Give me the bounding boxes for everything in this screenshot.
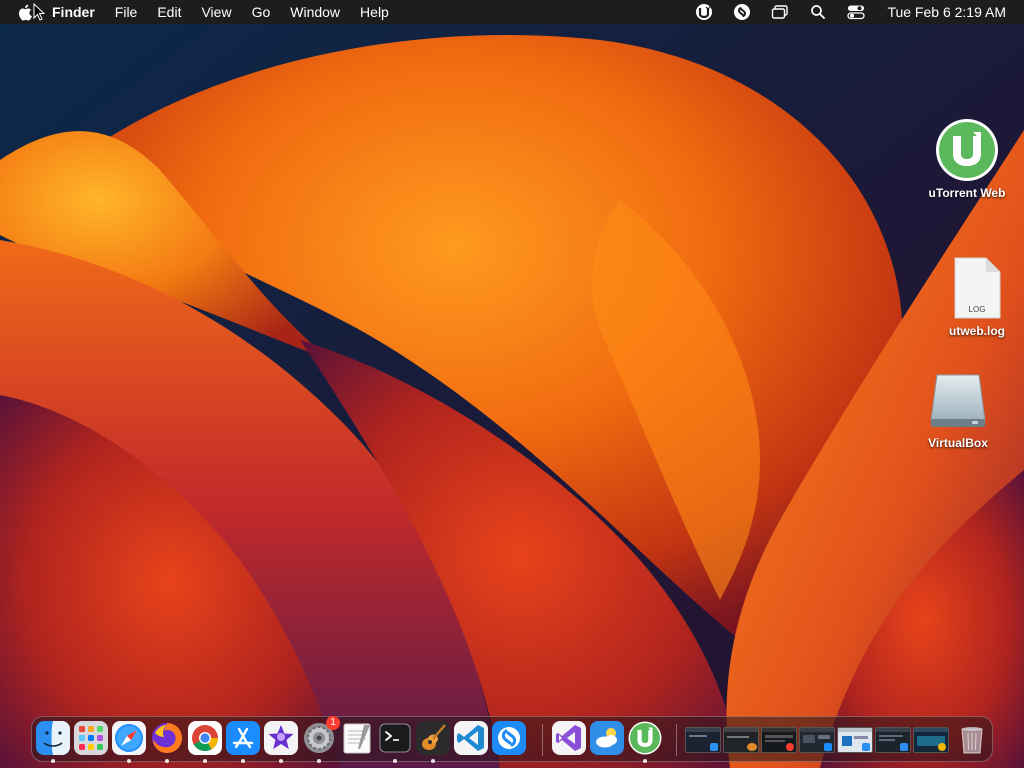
external-drive-icon xyxy=(926,368,990,432)
menu-view[interactable]: View xyxy=(191,0,241,24)
app-store-icon xyxy=(226,721,260,755)
running-indicator xyxy=(51,759,55,763)
dock-trash[interactable] xyxy=(955,721,989,755)
dock-weather[interactable] xyxy=(590,721,624,755)
control-center-icon[interactable] xyxy=(846,2,866,22)
dock-shazam[interactable] xyxy=(492,721,526,755)
desktop-icon-label: uTorrent Web xyxy=(928,186,1006,200)
garageband-icon xyxy=(416,721,450,755)
menu-edit[interactable]: Edit xyxy=(147,0,191,24)
dock-minimized-window[interactable] xyxy=(685,727,721,753)
shazam-icon xyxy=(492,721,526,755)
dock-imovie[interactable] xyxy=(264,721,298,763)
dock-separator xyxy=(676,724,677,756)
running-indicator xyxy=(393,759,397,763)
launchpad-icon xyxy=(74,721,108,755)
dock-chrome[interactable] xyxy=(188,721,222,763)
desktop-icon-utorrent-web[interactable]: uTorrent Web xyxy=(917,118,1017,200)
running-indicator xyxy=(431,759,435,763)
menu-file[interactable]: File xyxy=(105,0,148,24)
desktop-icon-label: VirtualBox xyxy=(928,436,988,450)
log-file-badge: LOG xyxy=(969,305,986,314)
utorrent-status-icon[interactable] xyxy=(694,2,714,22)
dock-garageband[interactable] xyxy=(416,721,450,763)
notification-badge: 1 xyxy=(326,716,340,730)
menu-app-name[interactable]: Finder xyxy=(48,0,105,24)
dock-firefox[interactable] xyxy=(150,721,184,763)
log-file-icon: LOG xyxy=(945,256,1009,320)
dock-minimized-window[interactable] xyxy=(837,727,873,753)
imovie-icon xyxy=(264,721,298,755)
menu-window[interactable]: Window xyxy=(280,0,350,24)
running-indicator xyxy=(203,759,207,763)
dock-minimized-window[interactable] xyxy=(761,727,797,753)
window-switcher-icon[interactable] xyxy=(770,2,790,22)
dock-system-settings[interactable]: 1 xyxy=(302,716,340,763)
mouse-cursor-icon xyxy=(33,3,45,21)
dock-safari[interactable] xyxy=(112,721,146,763)
menu-bar: Finder File Edit View Go Window Help Tue… xyxy=(0,0,1024,24)
desktop-icon-virtualbox[interactable]: VirtualBox xyxy=(908,368,1008,450)
dock-minimized-window[interactable] xyxy=(723,727,759,753)
dock-minimized-window[interactable] xyxy=(913,727,949,753)
chrome-icon xyxy=(188,721,222,755)
running-indicator xyxy=(643,759,647,763)
shazam-status-icon[interactable] xyxy=(732,2,752,22)
safari-icon xyxy=(112,721,146,755)
textedit-icon xyxy=(343,723,371,754)
weather-icon xyxy=(590,721,624,755)
dock-separator xyxy=(542,724,543,756)
dock-finder[interactable] xyxy=(36,721,70,763)
dock: 1 xyxy=(31,716,993,763)
running-indicator xyxy=(165,759,169,763)
apple-logo-icon[interactable] xyxy=(18,3,34,21)
running-indicator xyxy=(127,759,131,763)
firefox-icon xyxy=(152,723,182,753)
vscode-icon xyxy=(454,721,488,755)
dock-minimized-window[interactable] xyxy=(799,727,835,753)
trash-icon xyxy=(961,727,983,754)
menu-go[interactable]: Go xyxy=(242,0,281,24)
terminal-icon xyxy=(379,723,411,753)
desktop-icon-label: utweb.log xyxy=(949,324,1005,338)
dock-terminal[interactable] xyxy=(378,721,412,763)
dock-launchpad[interactable] xyxy=(74,721,108,755)
finder-icon xyxy=(36,721,70,755)
dock-minimized-window[interactable] xyxy=(875,727,911,753)
visual-studio-icon xyxy=(552,721,586,755)
running-indicator xyxy=(279,759,283,763)
running-indicator xyxy=(241,759,245,763)
dock-app-store[interactable] xyxy=(226,721,260,763)
dock-vscode[interactable] xyxy=(454,721,488,755)
dock-visual-studio[interactable] xyxy=(552,721,586,755)
desktop-icon-utweb-log[interactable]: LOG utweb.log xyxy=(927,256,1024,338)
spotlight-search-icon[interactable] xyxy=(808,2,828,22)
dock-textedit[interactable] xyxy=(340,721,374,755)
desktop-wallpaper xyxy=(0,0,1024,768)
running-indicator xyxy=(317,759,321,763)
dock-utorrent[interactable] xyxy=(628,721,662,763)
menu-help[interactable]: Help xyxy=(350,0,399,24)
menu-bar-clock[interactable]: Tue Feb 6 2:19 AM xyxy=(887,4,1006,20)
utorrent-icon xyxy=(628,721,662,755)
utorrent-app-icon xyxy=(935,118,999,182)
desktop-screen: Finder File Edit View Go Window Help Tue… xyxy=(0,0,1024,768)
